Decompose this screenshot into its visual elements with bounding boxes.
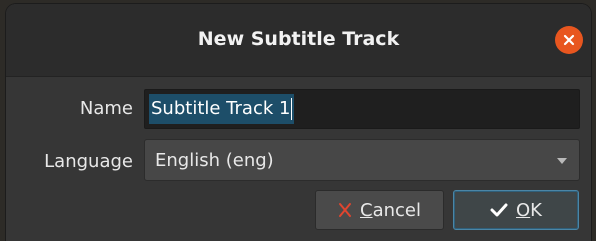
- chevron-down-icon: [557, 158, 567, 164]
- ok-button-label: OK: [516, 200, 542, 221]
- ok-mnemonic: O: [516, 199, 531, 221]
- language-label: Language: [44, 151, 133, 172]
- ok-label-rest: K: [530, 199, 542, 221]
- new-subtitle-track-dialog: New Subtitle Track Name Subtitle Track 1…: [6, 4, 591, 241]
- name-input-text: Subtitle Track 1: [151, 98, 291, 119]
- language-select[interactable]: English (eng): [144, 139, 580, 181]
- cancel-button[interactable]: Cancel: [315, 190, 444, 230]
- checkmark-icon: [490, 202, 508, 218]
- name-label: Name: [79, 98, 133, 119]
- dialog-title: New Subtitle Track: [197, 28, 400, 50]
- close-button[interactable]: [555, 26, 583, 54]
- cancel-label-rest: ancel: [372, 199, 421, 221]
- name-input[interactable]: Subtitle Track 1: [144, 89, 580, 129]
- name-input-selected-text: Subtitle Track 1: [149, 94, 295, 124]
- cancel-x-icon: [338, 202, 352, 218]
- close-icon: [563, 34, 575, 46]
- ok-button[interactable]: OK: [453, 190, 579, 230]
- cancel-mnemonic: C: [360, 199, 373, 221]
- dialog-titlebar[interactable]: New Subtitle Track: [6, 4, 591, 77]
- cancel-button-label: Cancel: [360, 200, 421, 221]
- text-caret: [291, 98, 293, 120]
- language-select-value: English (eng): [155, 150, 274, 171]
